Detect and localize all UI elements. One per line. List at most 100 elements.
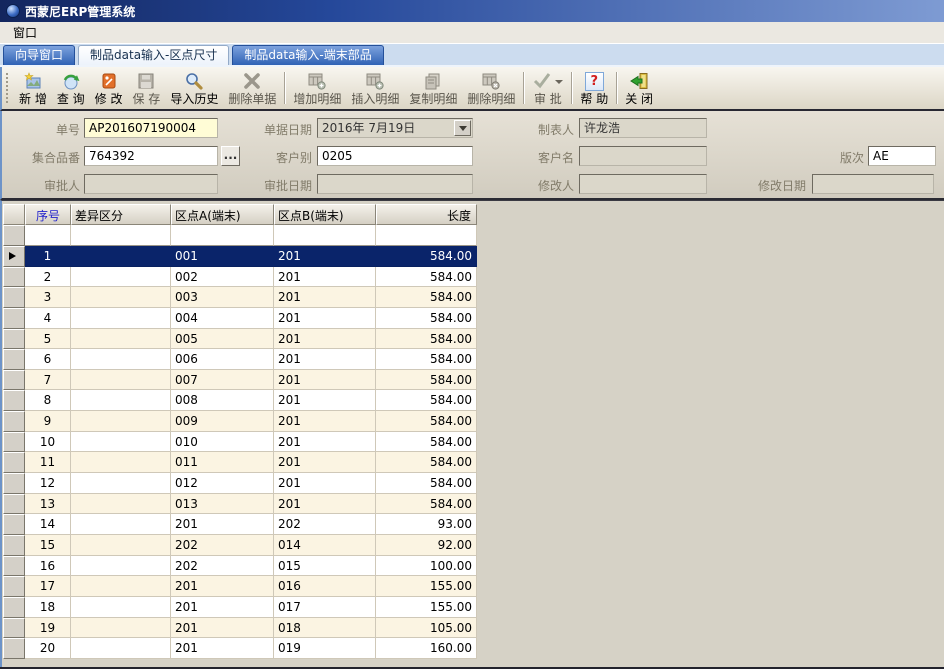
table-row[interactable]: 4 004 201 584.00 bbox=[3, 307, 477, 329]
revision-field[interactable] bbox=[868, 146, 936, 166]
cell-point_b[interactable]: 201 bbox=[274, 390, 376, 412]
cell-point_b[interactable]: 201 bbox=[274, 452, 376, 474]
cell-seq[interactable]: 2 bbox=[25, 266, 71, 288]
cell-point_a[interactable]: 001 bbox=[171, 246, 274, 267]
cell-seq[interactable]: 5 bbox=[25, 328, 71, 350]
cell-point_b[interactable]: 019 bbox=[274, 638, 376, 659]
cell-point_a[interactable]: 009 bbox=[171, 411, 274, 432]
row-selector[interactable] bbox=[3, 328, 25, 350]
table-row[interactable]: 19 201 018 105.00 bbox=[3, 617, 477, 639]
cell-length[interactable]: 584.00 bbox=[376, 493, 477, 515]
row-selector[interactable] bbox=[3, 431, 25, 453]
cell-diff[interactable] bbox=[71, 473, 171, 494]
filter-cell[interactable] bbox=[274, 225, 376, 246]
cell-diff[interactable] bbox=[71, 349, 171, 370]
cell-point_b[interactable]: 201 bbox=[274, 473, 376, 494]
cell-point_a[interactable]: 005 bbox=[171, 328, 274, 350]
cell-point_b[interactable]: 201 bbox=[274, 287, 376, 308]
cell-point_a[interactable]: 007 bbox=[171, 369, 274, 391]
cell-seq[interactable]: 3 bbox=[25, 287, 71, 308]
cell-length[interactable]: 584.00 bbox=[376, 390, 477, 412]
table-row[interactable]: 18 201 017 155.00 bbox=[3, 596, 477, 618]
query-button[interactable]: 查 询 bbox=[52, 68, 90, 108]
filter-cell[interactable] bbox=[171, 225, 274, 246]
customer-type-field[interactable] bbox=[317, 146, 473, 166]
row-selector[interactable] bbox=[3, 225, 25, 246]
cell-diff[interactable] bbox=[71, 266, 171, 288]
table-row[interactable]: 5 005 201 584.00 bbox=[3, 328, 477, 350]
table-row[interactable]: 14 201 202 93.00 bbox=[3, 514, 477, 535]
cell-seq[interactable]: 17 bbox=[25, 576, 71, 597]
cell-point_b[interactable]: 201 bbox=[274, 349, 376, 370]
cell-point_a[interactable]: 010 bbox=[171, 431, 274, 453]
cell-diff[interactable] bbox=[71, 493, 171, 515]
cell-length[interactable]: 584.00 bbox=[376, 266, 477, 288]
cell-seq[interactable]: 12 bbox=[25, 473, 71, 494]
cell-length[interactable]: 584.00 bbox=[376, 369, 477, 391]
row-selector[interactable] bbox=[3, 411, 25, 432]
cell-diff[interactable] bbox=[71, 617, 171, 639]
row-selector[interactable] bbox=[3, 493, 25, 515]
cell-point_a[interactable]: 202 bbox=[171, 534, 274, 556]
cell-length[interactable]: 155.00 bbox=[376, 596, 477, 618]
cell-point_a[interactable]: 002 bbox=[171, 266, 274, 288]
tab-product-data-terminal-parts[interactable]: 制品data输入-端末部品 bbox=[232, 45, 384, 65]
cell-diff[interactable] bbox=[71, 287, 171, 308]
cell-point_a[interactable]: 008 bbox=[171, 390, 274, 412]
cell-point_b[interactable]: 017 bbox=[274, 596, 376, 618]
cell-length[interactable]: 100.00 bbox=[376, 555, 477, 577]
cell-seq[interactable]: 14 bbox=[25, 514, 71, 535]
cell-point_b[interactable]: 202 bbox=[274, 514, 376, 535]
table-row[interactable]: 7 007 201 584.00 bbox=[3, 369, 477, 391]
cell-length[interactable]: 584.00 bbox=[376, 349, 477, 370]
table-row[interactable]: 6 006 201 584.00 bbox=[3, 349, 477, 370]
cell-length[interactable]: 584.00 bbox=[376, 246, 477, 267]
table-row[interactable]: 9 009 201 584.00 bbox=[3, 411, 477, 432]
row-selector[interactable] bbox=[3, 555, 25, 577]
cell-diff[interactable] bbox=[71, 411, 171, 432]
table-row[interactable]: 11 011 201 584.00 bbox=[3, 452, 477, 474]
cell-diff[interactable] bbox=[71, 390, 171, 412]
cell-diff[interactable] bbox=[71, 246, 171, 267]
cell-point_b[interactable]: 016 bbox=[274, 576, 376, 597]
cell-diff[interactable] bbox=[71, 328, 171, 350]
part-group-no-field[interactable] bbox=[84, 146, 218, 166]
table-row[interactable]: 17 201 016 155.00 bbox=[3, 576, 477, 597]
cell-diff[interactable] bbox=[71, 638, 171, 659]
row-selector[interactable] bbox=[3, 638, 25, 659]
toolbar-grip-handle[interactable] bbox=[6, 73, 10, 103]
cell-length[interactable]: 584.00 bbox=[376, 431, 477, 453]
table-row[interactable]: 3 003 201 584.00 bbox=[3, 287, 477, 308]
header-length[interactable]: 长度 bbox=[376, 204, 477, 225]
cell-seq[interactable]: 1 bbox=[25, 246, 71, 267]
cell-seq[interactable]: 13 bbox=[25, 493, 71, 515]
row-selector[interactable] bbox=[3, 596, 25, 618]
cell-point_b[interactable]: 018 bbox=[274, 617, 376, 639]
table-row[interactable]: 16 202 015 100.00 bbox=[3, 555, 477, 577]
cell-length[interactable]: 93.00 bbox=[376, 514, 477, 535]
table-row[interactable]: 10 010 201 584.00 bbox=[3, 431, 477, 453]
row-selector[interactable] bbox=[3, 390, 25, 412]
tab-product-data-zone-size[interactable]: 制品data输入-区点尺寸 bbox=[78, 45, 230, 65]
filter-cell[interactable] bbox=[376, 225, 477, 246]
close-button[interactable]: 关 闭 bbox=[620, 68, 658, 108]
cell-length[interactable]: 155.00 bbox=[376, 576, 477, 597]
cell-seq[interactable]: 20 bbox=[25, 638, 71, 659]
cell-point_a[interactable]: 004 bbox=[171, 307, 274, 329]
cell-seq[interactable]: 10 bbox=[25, 431, 71, 453]
row-selector[interactable] bbox=[3, 576, 25, 597]
header-seq[interactable]: 序号 bbox=[25, 204, 71, 225]
cell-length[interactable]: 584.00 bbox=[376, 328, 477, 350]
table-row[interactable]: 12 012 201 584.00 bbox=[3, 473, 477, 494]
cell-point_b[interactable]: 201 bbox=[274, 266, 376, 288]
cell-point_b[interactable]: 201 bbox=[274, 493, 376, 515]
row-selector[interactable] bbox=[3, 473, 25, 494]
row-selector[interactable] bbox=[3, 369, 25, 391]
cell-point_a[interactable]: 013 bbox=[171, 493, 274, 515]
cell-point_a[interactable]: 201 bbox=[171, 514, 274, 535]
cell-point_a[interactable]: 201 bbox=[171, 638, 274, 659]
cell-diff[interactable] bbox=[71, 369, 171, 391]
table-row[interactable]: 1 001 201 584.00 bbox=[3, 246, 477, 267]
doc-no-field[interactable] bbox=[84, 118, 218, 138]
table-row[interactable]: 20 201 019 160.00 bbox=[3, 638, 477, 659]
